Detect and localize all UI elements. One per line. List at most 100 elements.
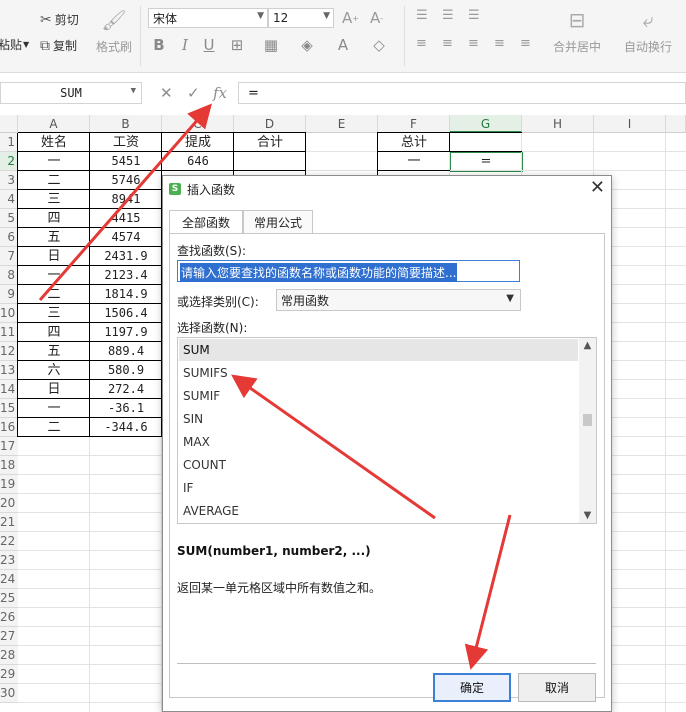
cell-b1[interactable]: 工资 bbox=[90, 133, 162, 152]
check-icon[interactable]: ✓ bbox=[187, 84, 200, 102]
chevron-down-icon[interactable]: ▼ bbox=[579, 510, 596, 521]
increase-font-icon[interactable]: A + bbox=[342, 9, 359, 27]
cell-a3[interactable]: 二 bbox=[18, 171, 90, 190]
cut-button[interactable]: ✂ 剪切 bbox=[40, 11, 79, 28]
cell-b3[interactable]: 5746 bbox=[90, 171, 162, 190]
list-item-sumifs[interactable]: SUMIFS bbox=[179, 362, 578, 384]
row-header-2[interactable]: 2 bbox=[0, 152, 18, 171]
cell-f2[interactable]: 一 bbox=[378, 152, 450, 171]
list-item-if[interactable]: IF bbox=[179, 477, 578, 499]
decrease-font-icon[interactable]: A- bbox=[370, 9, 383, 27]
column-header-a[interactable]: A bbox=[18, 115, 90, 133]
align-left-icon[interactable]: ≡ bbox=[416, 36, 427, 51]
list-item-sin[interactable]: SIN bbox=[179, 408, 578, 430]
cell-d1[interactable]: 合计 bbox=[234, 133, 306, 152]
wrap-text-button[interactable]: ⤶ 自动换行 bbox=[624, 8, 672, 55]
column-header-h[interactable]: H bbox=[522, 115, 594, 133]
cell-f1[interactable]: 总计 bbox=[378, 133, 450, 152]
row-header-7[interactable]: 7 bbox=[0, 247, 18, 266]
row-header-29[interactable]: 29 bbox=[0, 665, 18, 684]
cancel-button[interactable]: 取消 bbox=[518, 673, 596, 702]
copy-button[interactable]: ⧉ 复制 bbox=[40, 37, 77, 54]
list-scrollbar[interactable]: ▲ ▼ bbox=[579, 338, 596, 523]
row-header-22[interactable]: 22 bbox=[0, 532, 18, 551]
row-header-14[interactable]: 14 bbox=[0, 380, 18, 399]
row-header-25[interactable]: 25 bbox=[0, 589, 18, 608]
tab-all-functions[interactable]: 全部函数 bbox=[169, 210, 243, 234]
cell-c2[interactable]: 646 bbox=[162, 152, 234, 171]
row-header-24[interactable]: 24 bbox=[0, 570, 18, 589]
fill-color-icon[interactable]: ◈ bbox=[298, 36, 316, 54]
cell-b8[interactable]: 2123.4 bbox=[90, 266, 162, 285]
cell-b6[interactable]: 4574 bbox=[90, 228, 162, 247]
row-header-11[interactable]: 11 bbox=[0, 323, 18, 342]
align-bottom-icon[interactable]: ☰ bbox=[468, 8, 480, 23]
cell-c1[interactable]: 提成 bbox=[162, 133, 234, 152]
distribute-icon[interactable]: ≡ bbox=[520, 36, 531, 51]
cell-a2[interactable]: 一 bbox=[18, 152, 90, 171]
cell-b16[interactable]: -344.6 bbox=[90, 418, 162, 437]
cell-a14[interactable]: 日 bbox=[18, 380, 90, 399]
list-item-count[interactable]: COUNT bbox=[179, 454, 578, 476]
cell-a1[interactable]: 姓名 bbox=[18, 133, 90, 152]
list-item-sum[interactable]: SUM bbox=[179, 339, 578, 361]
category-select[interactable]: 常用函数 ▼ bbox=[276, 289, 521, 311]
cell-b5[interactable]: 4415 bbox=[90, 209, 162, 228]
cell-a16[interactable]: 二 bbox=[18, 418, 90, 437]
tab-common-formulas[interactable]: 常用公式 bbox=[243, 210, 313, 234]
row-header-23[interactable]: 23 bbox=[0, 551, 18, 570]
cancel-icon[interactable]: ✕ bbox=[160, 84, 173, 102]
row-header-8[interactable]: 8 bbox=[0, 266, 18, 285]
cell-b10[interactable]: 1506.4 bbox=[90, 304, 162, 323]
cell-a5[interactable]: 四 bbox=[18, 209, 90, 228]
corner-select-all[interactable] bbox=[0, 115, 18, 133]
cell-b15[interactable]: -36.1 bbox=[90, 399, 162, 418]
underline-icon[interactable]: U bbox=[200, 36, 218, 54]
row-header-19[interactable]: 19 bbox=[0, 475, 18, 494]
close-icon[interactable]: ✕ bbox=[590, 177, 605, 198]
paste-button[interactable]: 粘贴 ▼ bbox=[0, 36, 29, 53]
cell-a13[interactable]: 六 bbox=[18, 361, 90, 380]
cell-a4[interactable]: 三 bbox=[18, 190, 90, 209]
column-header-i[interactable]: I bbox=[594, 115, 666, 133]
font-size-select[interactable]: 12 ▼ bbox=[268, 8, 334, 28]
merge-center-button[interactable]: ⊟ 合并居中 bbox=[553, 8, 601, 55]
cell-b9[interactable]: 1814.9 bbox=[90, 285, 162, 304]
function-list[interactable]: SUM SUMIFS SUMIF SIN MAX COUNT IF AVERAG… bbox=[177, 337, 597, 524]
list-item-average[interactable]: AVERAGE bbox=[179, 500, 578, 522]
cell-a9[interactable]: 二 bbox=[18, 285, 90, 304]
eraser-icon[interactable]: ◇ bbox=[370, 36, 388, 54]
column-header-e[interactable]: E bbox=[306, 115, 378, 133]
row-header-21[interactable]: 21 bbox=[0, 513, 18, 532]
ok-button[interactable]: 确定 bbox=[433, 673, 511, 702]
align-top-icon[interactable]: ☰ bbox=[416, 8, 428, 23]
name-box[interactable]: SUM ▼ bbox=[0, 82, 142, 104]
row-header-17[interactable]: 17 bbox=[0, 437, 18, 456]
row-header-1[interactable]: 1 bbox=[0, 133, 18, 152]
format-painter-button[interactable]: 🖌 格式刷 bbox=[94, 8, 134, 55]
column-header-b[interactable]: B bbox=[90, 115, 162, 133]
row-header-16[interactable]: 16 bbox=[0, 418, 18, 437]
cell-a12[interactable]: 五 bbox=[18, 342, 90, 361]
row-header-10[interactable]: 10 bbox=[0, 304, 18, 323]
row-header-30[interactable]: 30 bbox=[0, 684, 18, 703]
cell-b7[interactable]: 2431.9 bbox=[90, 247, 162, 266]
cell-a15[interactable]: 一 bbox=[18, 399, 90, 418]
column-header-d[interactable]: D bbox=[234, 115, 306, 133]
cell-b14[interactable]: 272.4 bbox=[90, 380, 162, 399]
cell-style-icon[interactable]: ▦ bbox=[262, 36, 280, 54]
formula-input[interactable]: = bbox=[238, 82, 686, 104]
italic-icon[interactable]: I bbox=[176, 36, 194, 54]
cell-b13[interactable]: 580.9 bbox=[90, 361, 162, 380]
cell-b2[interactable]: 5451 bbox=[90, 152, 162, 171]
row-header-5[interactable]: 5 bbox=[0, 209, 18, 228]
border-icon[interactable]: ⊞ bbox=[228, 36, 246, 54]
cell-a8[interactable]: 一 bbox=[18, 266, 90, 285]
cell-a10[interactable]: 三 bbox=[18, 304, 90, 323]
align-right-icon[interactable]: ≡ bbox=[468, 36, 479, 51]
list-item-max[interactable]: MAX bbox=[179, 431, 578, 453]
row-header-15[interactable]: 15 bbox=[0, 399, 18, 418]
function-search-input[interactable]: 请输入您要查找的函数名称或函数功能的简要描述... bbox=[177, 260, 520, 282]
column-header-j[interactable] bbox=[666, 115, 686, 133]
scrollbar-thumb[interactable] bbox=[583, 414, 592, 426]
